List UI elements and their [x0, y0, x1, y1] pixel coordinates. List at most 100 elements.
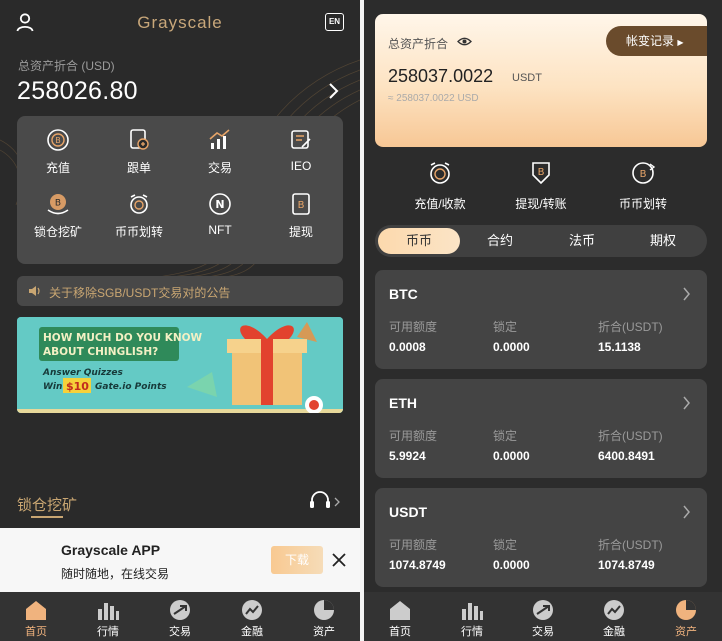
grid-item-copy-trade[interactable]: 跟单 — [98, 116, 180, 178]
home-screen: Grayscale EN 总资产折合 (USD) 258026.80 B 充值 … — [0, 0, 360, 641]
available-value: 1074.8749 — [389, 558, 446, 572]
locked-value: 0.0000 — [493, 340, 530, 354]
brand-title: Grayscale — [137, 13, 223, 32]
svg-text:B: B — [538, 167, 545, 178]
svg-text:B: B — [640, 169, 647, 180]
home-icon — [26, 601, 46, 620]
col-header-available: 可用额度 — [389, 429, 438, 443]
available-value: 0.0008 — [389, 340, 426, 354]
action-coin-transfer[interactable]: B 币币划转 — [588, 160, 698, 212]
svg-text:N: N — [215, 198, 224, 211]
banner-line-1: Answer Quizzes — [42, 368, 123, 378]
grid-item-ieo[interactable]: IEO — [260, 116, 342, 178]
withdraw-transfer-icon: B — [532, 162, 550, 185]
grid-item-withdraw[interactable]: B 提现 — [260, 180, 342, 242]
tab-market[interactable]: 行情 — [72, 592, 144, 641]
action-label: 币币划转 — [618, 197, 667, 211]
grid-item-trade[interactable]: 交易 — [179, 116, 261, 178]
tab-assets[interactable]: 资产 — [288, 592, 360, 641]
banner-headline-1: HOW MUCH DO YOU KNOW — [43, 332, 203, 344]
grid-item-lock-mining[interactable]: B 锁仓挖矿 — [17, 180, 99, 242]
chevron-right-icon[interactable] — [326, 82, 340, 100]
tab-label: 行情 — [461, 626, 483, 638]
grid-label: 提现 — [288, 225, 313, 239]
col-header-available: 可用额度 — [389, 538, 438, 552]
close-icon[interactable] — [331, 552, 347, 568]
account-records-label: 帐变记录 — [626, 34, 675, 48]
col-header-equiv: 折合(USDT) — [598, 429, 663, 443]
assets-icon — [314, 600, 334, 620]
finance-icon — [242, 600, 262, 620]
grid-item-nft[interactable]: N NFT — [179, 180, 261, 242]
segment-options[interactable]: 期权 — [622, 228, 704, 254]
tab-finance[interactable]: 金融 — [578, 592, 650, 641]
action-deposit-receive[interactable]: 充值/收款 — [385, 160, 495, 212]
action-label: 提现/转账 — [515, 197, 567, 211]
coin-card-btc[interactable]: BTC 可用额度 锁定 折合(USDT) 0.0008 0.0000 15.11… — [375, 270, 707, 369]
language-icon[interactable]: EN — [325, 13, 344, 31]
grid-item-coin-transfer[interactable]: 币币划转 — [98, 180, 180, 242]
download-button[interactable]: 下载 — [271, 546, 323, 574]
grid-item-deposit[interactable]: B 充值 — [17, 116, 99, 178]
bottom-tab-bar: 首页 行情 交易 金融 资产 — [364, 592, 722, 641]
finance-icon — [604, 600, 624, 620]
banner-graphic: HOW MUCH DO YOU KNOW ABOUT CHINGLISH? An… — [17, 317, 343, 413]
equiv-value: 15.1138 — [598, 340, 641, 354]
segment-spot[interactable]: 币币 — [378, 228, 460, 254]
app-download-bar: Grayscale APP 随时随地，在线交易 下载 — [0, 528, 360, 592]
eye-icon[interactable] — [457, 36, 472, 47]
coin-card-eth[interactable]: ETH 可用额度 锁定 折合(USDT) 5.9924 0.0000 6400.… — [375, 379, 707, 478]
segment-fiat[interactable]: 法币 — [541, 228, 623, 254]
tab-home[interactable]: 首页 — [0, 592, 72, 641]
coin-card-usdt[interactable]: USDT 可用额度 锁定 折合(USDT) 1074.8749 0.0000 1… — [375, 488, 707, 587]
account-type-tabs: 币币 合约 法币 期权 — [375, 225, 707, 257]
lock-mining-icon: B — [47, 194, 69, 215]
trade-icon — [170, 600, 190, 620]
nft-icon: N — [209, 193, 231, 215]
quick-actions-grid: B 充值 跟单 交易 IEO B 锁仓挖矿 币币划转 N NFT B 提现 — [17, 116, 343, 264]
tab-assets[interactable]: 资产 — [650, 592, 722, 641]
chevron-right-icon — [683, 505, 690, 519]
svg-text:B: B — [298, 200, 305, 211]
action-withdraw-transfer[interactable]: B 提现/转账 — [486, 160, 596, 212]
grid-label: 交易 — [207, 161, 232, 175]
col-header-equiv: 折合(USDT) — [598, 538, 663, 552]
tab-trade[interactable]: 交易 — [507, 592, 579, 641]
equiv-value: 6400.8491 — [598, 449, 655, 463]
col-header-equiv: 折合(USDT) — [598, 320, 663, 334]
tab-label: 金融 — [603, 626, 625, 638]
coin-name: BTC — [389, 286, 418, 302]
tab-label: 首页 — [389, 626, 411, 638]
segment-contract[interactable]: 合约 — [459, 228, 541, 254]
equiv-value: 1074.8749 — [598, 558, 655, 572]
grid-label: 币币划转 — [114, 225, 163, 239]
bottom-tab-bar: 首页 行情 交易 金融 资产 — [0, 592, 360, 641]
col-header-locked: 锁定 — [493, 320, 518, 334]
banner-amount: $10 — [66, 380, 89, 393]
tab-label: 首页 — [25, 626, 47, 638]
chevron-right-icon — [683, 396, 690, 410]
total-assets-card: 总资产折合 帐变记录 ▶ 258037.0022 USDT ≈ 258037.0… — [375, 14, 707, 147]
grid-label: IEO — [290, 159, 312, 173]
tab-label: 金融 — [241, 626, 263, 638]
withdraw-icon: B — [292, 193, 310, 215]
promo-banner[interactable]: HOW MUCH DO YOU KNOW ABOUT CHINGLISH? An… — [17, 317, 343, 413]
locked-value: 0.0000 — [493, 449, 530, 463]
coin-transfer-icon — [130, 194, 148, 214]
section-title-lock-mining[interactable]: 锁仓挖矿 — [17, 494, 77, 515]
total-assets-label: 总资产折合 (USD) — [18, 59, 115, 73]
svg-text:B: B — [55, 136, 61, 145]
section-underline — [31, 516, 63, 518]
customer-support-icon[interactable] — [308, 490, 342, 512]
available-value: 5.9924 — [389, 449, 426, 463]
tab-market[interactable]: 行情 — [436, 592, 508, 641]
home-icon — [390, 601, 410, 620]
tab-finance[interactable]: 金融 — [216, 592, 288, 641]
account-records-button[interactable]: 帐变记录 ▶ — [606, 26, 707, 56]
app-promo-subtitle: 随时随地，在线交易 — [61, 567, 170, 581]
tab-label: 交易 — [532, 626, 554, 638]
tab-home[interactable]: 首页 — [364, 592, 436, 641]
grid-label: NFT — [208, 223, 232, 237]
tab-trade[interactable]: 交易 — [144, 592, 216, 641]
announcement-bar[interactable]: 关于移除SGB/USDT交易对的公告 — [17, 276, 343, 306]
